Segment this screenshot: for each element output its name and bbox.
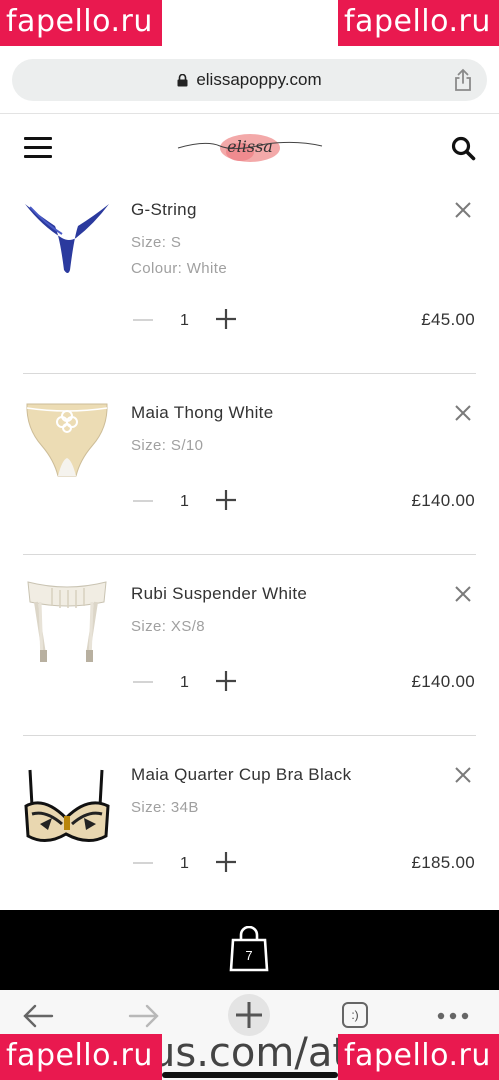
remove-item-icon[interactable] — [454, 201, 472, 219]
quantity-value: 1 — [180, 855, 189, 872]
cart-item-title[interactable]: Maia Thong White — [131, 403, 273, 423]
item-divider — [23, 373, 476, 374]
cart-item-size: Size: XS/8 — [131, 618, 206, 635]
tab-switcher-button[interactable]: :) — [342, 1002, 368, 1028]
product-image-maia-bra[interactable] — [22, 766, 112, 850]
home-indicator — [162, 1072, 338, 1078]
decrease-quantity-button[interactable] — [133, 862, 153, 864]
forward-arrow-icon[interactable] — [128, 1004, 160, 1028]
site-logo[interactable]: elissa — [176, 126, 324, 168]
search-icon[interactable] — [451, 136, 476, 161]
increase-quantity-icon[interactable] — [215, 489, 237, 511]
back-arrow-icon[interactable] — [22, 1004, 54, 1028]
cart-item-price: £140.00 — [411, 672, 475, 691]
product-image-rubi-suspender[interactable] — [22, 578, 112, 668]
quantity-value: 1 — [180, 493, 189, 510]
remove-item-icon[interactable] — [454, 404, 472, 422]
logo-text: elissa — [227, 137, 273, 156]
quantity-value: 1 — [180, 312, 189, 329]
cart-item-size: Size: 34B — [131, 799, 199, 816]
product-image-maia-thong[interactable] — [22, 398, 112, 480]
cart-item-size: Size: S/10 — [131, 437, 204, 454]
increase-quantity-icon[interactable] — [215, 851, 237, 873]
cart-item-price: £45.00 — [421, 310, 475, 329]
quantity-value: 1 — [180, 674, 189, 691]
url-text: elissapoppy.com — [196, 70, 322, 89]
increase-quantity-icon[interactable] — [215, 670, 237, 692]
more-options-icon[interactable] — [437, 1012, 469, 1020]
lock-icon — [177, 73, 188, 86]
cart-item-colour: Colour: White — [131, 260, 228, 277]
increase-quantity-icon[interactable] — [215, 308, 237, 330]
product-image-g-string[interactable] — [22, 198, 112, 280]
shopping-bag-bar[interactable]: 7 — [0, 910, 499, 990]
hamburger-menu-icon[interactable] — [24, 137, 52, 159]
cart-item-title[interactable]: Rubi Suspender White — [131, 584, 307, 604]
share-icon[interactable] — [454, 68, 472, 92]
decrease-quantity-button[interactable] — [133, 319, 153, 321]
bag-count-badge: 7 — [245, 948, 253, 963]
decrease-quantity-button[interactable] — [133, 500, 153, 502]
cart-item-title[interactable]: Maia Quarter Cup Bra Black — [131, 765, 351, 785]
cart-item-price: £185.00 — [411, 853, 475, 872]
remove-item-icon[interactable] — [454, 585, 472, 603]
cart-item-price: £140.00 — [411, 491, 475, 510]
decrease-quantity-button[interactable] — [133, 681, 153, 683]
watermark-bottom-right: fapello.ru — [338, 1034, 499, 1080]
shopping-bag-button[interactable]: 7 — [229, 925, 269, 972]
item-divider — [23, 554, 476, 555]
cart-item-title[interactable]: G-String — [131, 200, 197, 220]
watermark-top-left: fapello.ru — [0, 0, 162, 46]
cart-item-size: Size: S — [131, 234, 182, 251]
header-divider — [0, 113, 499, 114]
watermark-top-right: fapello.ru — [338, 0, 499, 46]
watermark-bottom-left: fapello.ru — [0, 1034, 162, 1080]
address-bar[interactable]: elissapoppy.com — [12, 59, 487, 101]
item-divider — [23, 735, 476, 736]
remove-item-icon[interactable] — [454, 766, 472, 784]
